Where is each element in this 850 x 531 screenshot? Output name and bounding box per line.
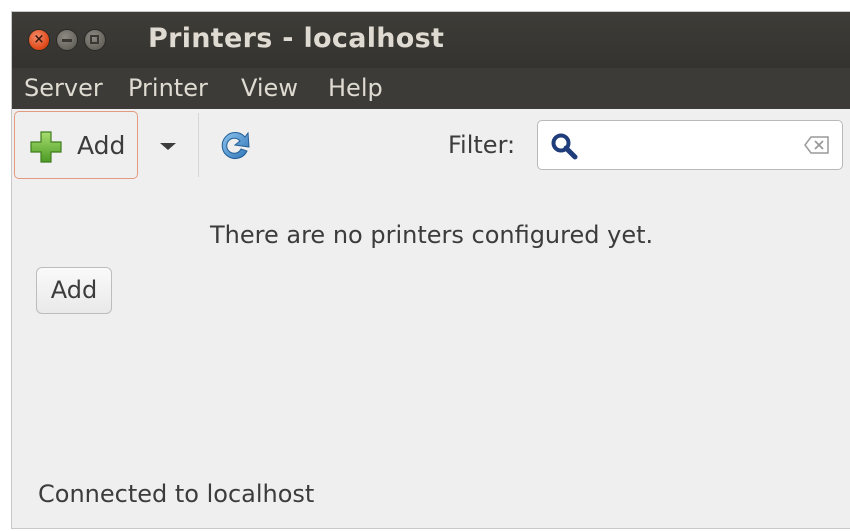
toolbar-separator: [198, 113, 199, 177]
status-text: Connected to localhost: [38, 480, 315, 508]
title-bar: × Printers - localhost: [12, 12, 850, 68]
filter-input[interactable]: [582, 127, 796, 163]
add-printer-button[interactable]: Add: [36, 267, 112, 314]
search-icon: [551, 133, 578, 160]
printers-window: × Printers - localhost Server Printer Vi…: [12, 12, 850, 528]
toolbar: Add Filter:: [12, 109, 850, 187]
refresh-icon[interactable]: [215, 127, 253, 165]
plus-icon: [30, 131, 62, 163]
add-printer-tool-button[interactable]: Add: [14, 111, 138, 179]
chevron-down-icon[interactable]: [160, 143, 176, 150]
add-tool-label: Add: [77, 131, 126, 160]
close-icon: ×: [33, 32, 45, 47]
close-window-button[interactable]: ×: [28, 29, 50, 51]
menu-bar: Server Printer View Help: [12, 68, 850, 109]
window-title: Printers - localhost: [148, 23, 445, 54]
filter-label: Filter:: [448, 131, 516, 159]
printer-list-area: There are no printers configured yet. Ad…: [12, 187, 850, 528]
filter-field[interactable]: [537, 120, 843, 170]
clear-icon[interactable]: [804, 136, 830, 154]
menu-server[interactable]: Server: [24, 74, 103, 102]
empty-message: There are no printers configured yet.: [210, 221, 654, 249]
menu-printer[interactable]: Printer: [128, 74, 208, 102]
menu-help[interactable]: Help: [328, 74, 383, 102]
minimize-window-button[interactable]: [56, 29, 78, 51]
maximize-window-button[interactable]: [84, 29, 106, 51]
menu-view[interactable]: View: [241, 74, 298, 102]
